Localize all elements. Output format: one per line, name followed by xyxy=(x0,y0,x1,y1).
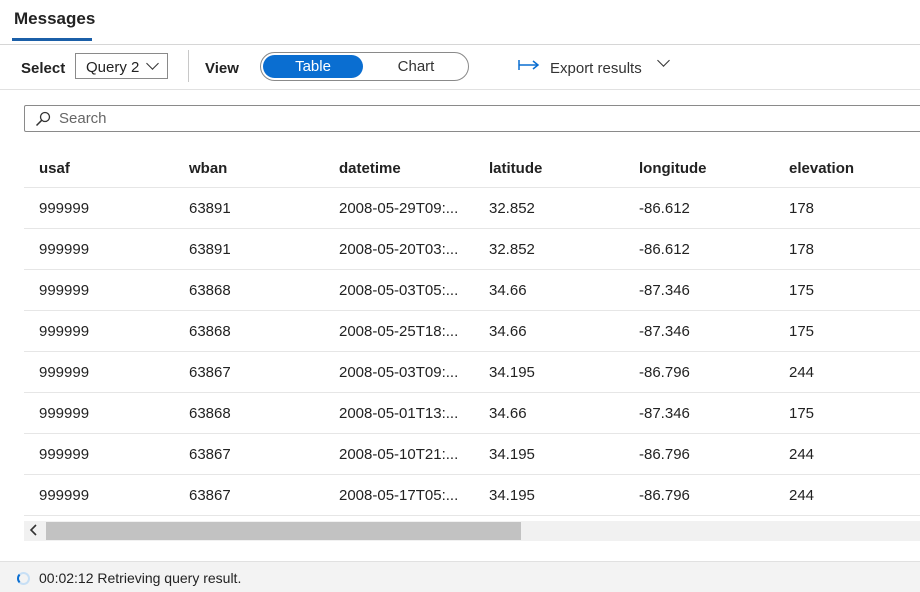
table-row[interactable]: 999999 63891 2008-05-29T09:... 32.852 -8… xyxy=(24,188,920,229)
cell-wban: 63867 xyxy=(189,364,231,381)
cell-longitude: -86.796 xyxy=(639,364,690,381)
chevron-down-icon xyxy=(146,57,159,70)
horizontal-scrollbar[interactable] xyxy=(24,521,920,541)
column-header-datetime[interactable]: datetime xyxy=(339,160,401,177)
export-results-label: Export results xyxy=(550,60,642,77)
table-row[interactable]: 999999 63867 2008-05-17T05:... 34.195 -8… xyxy=(24,475,920,516)
cell-elevation: 244 xyxy=(789,364,815,381)
cell-wban: 63891 xyxy=(189,200,231,217)
export-arrow-icon xyxy=(518,58,542,72)
cell-wban: 63868 xyxy=(189,323,231,340)
chevron-down-icon xyxy=(657,54,670,67)
cell-usaf: 999999 xyxy=(39,200,90,217)
cell-latitude: 34.195 xyxy=(489,446,535,463)
tab-messages[interactable]: Messages xyxy=(14,9,95,29)
cell-datetime: 2008-05-25T18:... xyxy=(339,323,459,340)
cell-latitude: 34.195 xyxy=(489,487,535,504)
table-row[interactable]: 999999 63868 2008-05-01T13:... 34.66 -87… xyxy=(24,393,920,434)
cell-longitude: -86.796 xyxy=(639,487,690,504)
cell-wban: 63868 xyxy=(189,405,231,422)
cell-latitude: 34.66 xyxy=(489,323,527,340)
cell-longitude: -86.612 xyxy=(639,200,690,217)
query-select-value: Query 2 xyxy=(86,59,140,76)
cell-usaf: 999999 xyxy=(39,487,90,504)
status-text: 00:02:12 Retrieving query result. xyxy=(39,570,242,586)
cell-elevation: 175 xyxy=(789,405,815,422)
toolbar: Select Query 2 View Table Chart Export r… xyxy=(0,45,920,90)
cell-latitude: 32.852 xyxy=(489,241,535,258)
table-row[interactable]: 999999 63891 2008-05-20T03:... 32.852 -8… xyxy=(24,229,920,270)
cell-longitude: -86.612 xyxy=(639,241,690,258)
cell-latitude: 34.66 xyxy=(489,405,527,422)
cell-usaf: 999999 xyxy=(39,323,90,340)
cell-wban: 63868 xyxy=(189,282,231,299)
cell-datetime: 2008-05-03T09:... xyxy=(339,364,459,381)
cell-longitude: -87.346 xyxy=(639,405,690,422)
cell-usaf: 999999 xyxy=(39,364,90,381)
cell-latitude: 34.66 xyxy=(489,282,527,299)
cell-elevation: 178 xyxy=(789,241,815,258)
scroll-left-icon[interactable] xyxy=(26,523,42,539)
cell-elevation: 244 xyxy=(789,446,815,463)
view-toggle: Table Chart xyxy=(260,52,469,81)
cell-wban: 63867 xyxy=(189,446,231,463)
view-table-button[interactable]: Table xyxy=(263,55,363,78)
cell-longitude: -86.796 xyxy=(639,446,690,463)
cell-datetime: 2008-05-10T21:... xyxy=(339,446,459,463)
cell-wban: 63867 xyxy=(189,487,231,504)
cell-datetime: 2008-05-20T03:... xyxy=(339,241,459,258)
cell-usaf: 999999 xyxy=(39,405,90,422)
cell-datetime: 2008-05-01T13:... xyxy=(339,405,459,422)
table-row[interactable]: 999999 63868 2008-05-03T05:... 34.66 -87… xyxy=(24,270,920,311)
table-header-row: usaf wban datetime latitude longitude el… xyxy=(24,147,920,188)
column-header-wban[interactable]: wban xyxy=(189,160,227,177)
query-select[interactable]: Query 2 xyxy=(75,53,168,79)
status-bar: 00:02:12 Retrieving query result. xyxy=(0,561,920,592)
cell-wban: 63891 xyxy=(189,241,231,258)
tab-bar: Messages xyxy=(0,0,920,45)
column-header-longitude[interactable]: longitude xyxy=(639,160,707,177)
column-header-usaf[interactable]: usaf xyxy=(39,160,70,177)
cell-datetime: 2008-05-03T05:... xyxy=(339,282,459,299)
cell-longitude: -87.346 xyxy=(639,282,690,299)
active-tab-indicator xyxy=(12,38,92,41)
cell-usaf: 999999 xyxy=(39,241,90,258)
cell-elevation: 175 xyxy=(789,323,815,340)
scrollbar-thumb[interactable] xyxy=(46,522,521,540)
cell-latitude: 34.195 xyxy=(489,364,535,381)
toolbar-divider xyxy=(188,50,189,82)
cell-elevation: 175 xyxy=(789,282,815,299)
column-header-elevation[interactable]: elevation xyxy=(789,160,854,177)
search-icon xyxy=(35,111,51,127)
cell-usaf: 999999 xyxy=(39,446,90,463)
column-header-latitude[interactable]: latitude xyxy=(489,160,542,177)
cell-datetime: 2008-05-17T05:... xyxy=(339,487,459,504)
loading-spinner-icon xyxy=(17,572,30,585)
table-row[interactable]: 999999 63867 2008-05-10T21:... 34.195 -8… xyxy=(24,434,920,475)
cell-longitude: -87.346 xyxy=(639,323,690,340)
view-chart-button[interactable]: Chart xyxy=(366,55,466,78)
cell-elevation: 244 xyxy=(789,487,815,504)
cell-datetime: 2008-05-29T09:... xyxy=(339,200,459,217)
view-label: View xyxy=(205,60,239,77)
select-label: Select xyxy=(21,60,66,77)
search-box xyxy=(24,105,920,132)
cell-elevation: 178 xyxy=(789,200,815,217)
table-row[interactable]: 999999 63868 2008-05-25T18:... 34.66 -87… xyxy=(24,311,920,352)
cell-latitude: 32.852 xyxy=(489,200,535,217)
cell-usaf: 999999 xyxy=(39,282,90,299)
search-input[interactable] xyxy=(59,108,659,129)
table-row[interactable]: 999999 63867 2008-05-03T09:... 34.195 -8… xyxy=(24,352,920,393)
